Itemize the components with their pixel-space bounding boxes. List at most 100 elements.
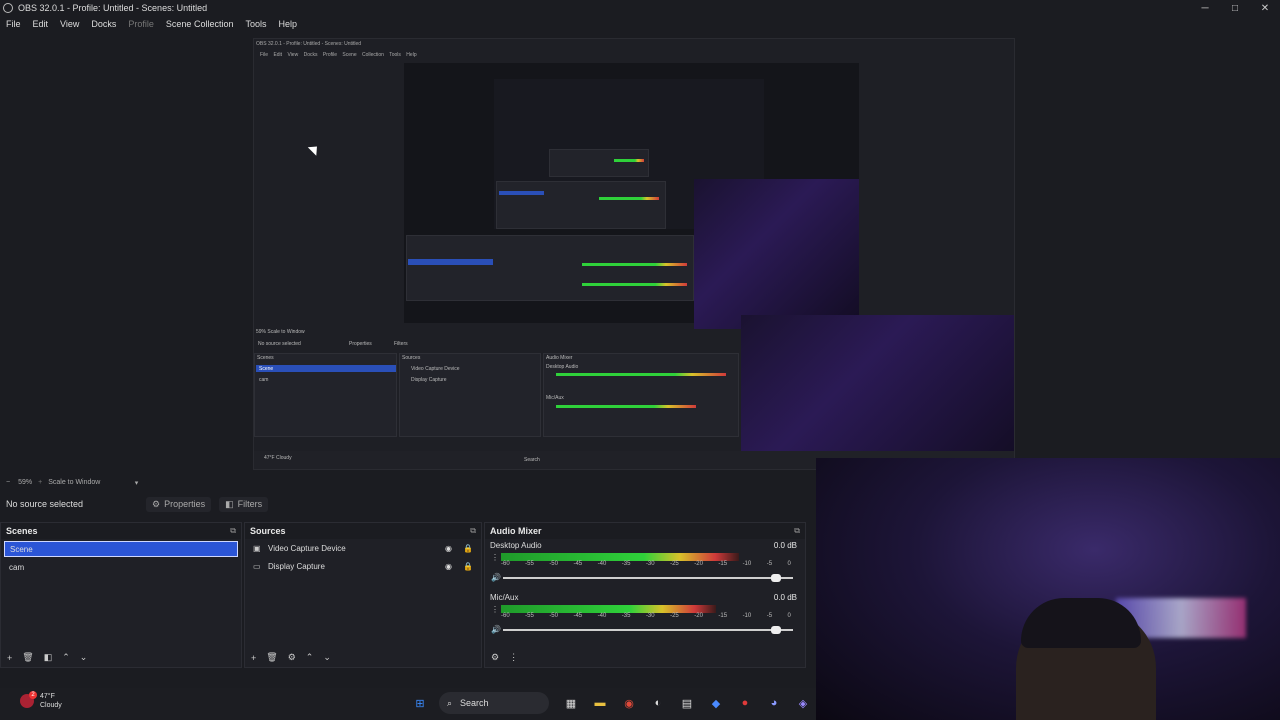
volume-slider-handle[interactable] xyxy=(771,626,781,634)
scenes-dock: Scenes ⧉ Scene cam + 🗑 ◧ ⌃ ⌄ xyxy=(0,522,242,668)
scene-item[interactable]: Scene xyxy=(4,541,238,557)
scene-item[interactable]: cam xyxy=(4,559,238,575)
file-explorer-icon[interactable]: ▬ xyxy=(590,693,610,713)
mixer-channel: Desktop Audio 0.0 dB ⋮ -60 -55 -50 -45 -40 -3… xyxy=(485,539,805,591)
mixer-channel: Mic/Aux 0.0 dB ⋮ -60 -55 -50 -45 -40 -35 -30 -2… xyxy=(485,591,805,643)
eye-icon[interactable]: ◉ xyxy=(445,544,452,553)
task-view-icon[interactable]: ▦ xyxy=(561,693,581,713)
nested-scene-selected xyxy=(256,365,396,372)
sources-title: Sources xyxy=(250,526,286,536)
nested-mini-meter-4 xyxy=(582,283,687,286)
search-label: Search xyxy=(460,698,489,708)
volume-slider[interactable] xyxy=(503,577,793,579)
zoom-level: 59% xyxy=(18,479,33,486)
nested-mini-panel-2 xyxy=(496,181,666,229)
gear-icon: ⚙ xyxy=(152,498,161,509)
nested-menu: File Edit View Docks Profile Scene Colle… xyxy=(260,52,417,58)
source-toolbar: No source selected ⚙ Properties ◧ Filter… xyxy=(0,492,816,516)
arrow-up-icon[interactable]: ⌃ xyxy=(306,652,314,663)
zoom-plus-icon[interactable]: + xyxy=(38,479,42,486)
title-bar: OBS 32.0.1 - Profile: Untitled - Scenes:… xyxy=(0,0,1280,16)
scenes-footer: + 🗑 ◧ ⌃ ⌄ xyxy=(1,652,241,663)
more-options-icon[interactable]: ⋮ xyxy=(491,553,499,562)
settings-icon[interactable]: ⚙ xyxy=(491,652,499,663)
speaker-icon[interactable]: 🔊 xyxy=(491,625,501,634)
menu-file[interactable]: File xyxy=(6,19,21,29)
speaker-icon[interactable]: 🔊 xyxy=(491,573,501,582)
properties-label: Properties xyxy=(164,499,206,509)
app-icon[interactable]: ◆ xyxy=(706,693,726,713)
source-item[interactable]: ▭ Display Capture ◉ 🔒 xyxy=(245,557,481,575)
monitor-icon: ▭ xyxy=(253,561,261,571)
undock-icon[interactable]: ⧉ xyxy=(470,526,476,536)
discord-icon[interactable]: ◕ xyxy=(764,693,784,713)
add-icon[interactable]: + xyxy=(7,653,12,663)
nested-scene-item: cam xyxy=(259,377,269,383)
volume-slider[interactable] xyxy=(503,629,793,631)
maximize-button[interactable]: □ xyxy=(1220,0,1250,16)
status-bar xyxy=(0,668,816,688)
chrome-icon[interactable]: ◉ xyxy=(619,693,639,713)
source-item[interactable]: ▣ Video Capture Device ◉ 🔒 xyxy=(245,539,481,557)
menu-tools[interactable]: Tools xyxy=(245,19,266,29)
audio-mixer-dock: Audio Mixer ⧉ Desktop Audio 0.0 dB ⋮ -60… xyxy=(484,522,806,668)
minimize-button[interactable]: ─ xyxy=(1190,0,1220,16)
nested-mini-panel-3 xyxy=(406,235,694,301)
trash-icon[interactable]: 🗑 xyxy=(22,652,33,663)
gear-icon[interactable]: ⚙ xyxy=(288,652,296,663)
sources-dock-header: Sources ⧉ xyxy=(245,523,481,539)
lock-icon[interactable]: 🔒 xyxy=(463,562,473,571)
mixer-title: Audio Mixer xyxy=(490,526,542,536)
app-icon[interactable]: ▤ xyxy=(677,693,697,713)
windows-start-icon[interactable]: ⊞ xyxy=(410,693,430,713)
menu-view[interactable]: View xyxy=(60,19,79,29)
nested-mini-selection-2 xyxy=(408,259,493,265)
filter-icon[interactable]: ◧ xyxy=(44,652,53,663)
properties-button[interactable]: ⚙ Properties xyxy=(146,496,212,512)
arrow-down-icon[interactable]: ⌄ xyxy=(323,652,331,663)
trash-icon[interactable]: 🗑 xyxy=(266,652,277,663)
weather-widget[interactable]: 2 47°F Cloudy xyxy=(20,691,62,710)
close-button[interactable]: ✕ xyxy=(1250,0,1280,16)
volume-slider-handle[interactable] xyxy=(771,574,781,582)
nested-sources-title: Sources xyxy=(402,355,421,361)
more-options-icon[interactable]: ⋮ xyxy=(491,605,499,614)
app-icon[interactable]: ● xyxy=(735,693,755,713)
undock-icon[interactable]: ⧉ xyxy=(794,526,800,536)
nested-obs-capture: OBS 32.0.1 - Profile: Untitled - Scenes:… xyxy=(253,38,1015,470)
zoom-minus-icon[interactable]: − xyxy=(6,479,10,486)
more-options-icon[interactable]: ⋮ xyxy=(509,652,518,663)
arrow-up-icon[interactable]: ⌃ xyxy=(62,652,70,663)
menu-docks[interactable]: Docks xyxy=(91,19,116,29)
menu-scene-collection[interactable]: Scene Collection xyxy=(166,19,234,29)
nested-weather: 47°F Cloudy xyxy=(264,455,292,461)
menu-profile[interactable]: Profile xyxy=(128,19,154,29)
app-icon[interactable]: ◈ xyxy=(793,693,813,713)
nested-title: OBS 32.0.1 - Profile: Untitled - Scenes:… xyxy=(256,41,362,47)
nested-source-item: Display Capture xyxy=(411,377,447,383)
nested-source-item: Video Capture Device xyxy=(411,366,460,372)
menu-bar: File Edit View Docks Profile Scene Colle… xyxy=(0,16,1280,32)
add-icon[interactable]: + xyxy=(251,653,256,663)
menu-help[interactable]: Help xyxy=(278,19,297,29)
meter-ticks: -60 -55 -50 -45 -40 -35 -30 -25 -20 -15 -10 -5 0 xyxy=(501,561,791,567)
notification-badge: 2 xyxy=(29,691,37,699)
no-source-label: No source selected xyxy=(6,499,84,509)
scale-dropdown[interactable]: Scale to Window ▾ xyxy=(48,479,138,487)
eye-icon[interactable]: ◉ xyxy=(445,562,452,571)
steam-icon[interactable]: ◐ xyxy=(648,693,668,713)
nested-mini-meter xyxy=(614,159,644,162)
lock-icon[interactable]: 🔒 xyxy=(463,544,473,553)
filters-button[interactable]: ◧ Filters xyxy=(219,496,269,512)
nested-mini-meter-3 xyxy=(582,263,687,266)
nested-scenes-title: Scenes xyxy=(257,355,274,361)
nested-mini-panel xyxy=(549,149,649,177)
arrow-down-icon[interactable]: ⌄ xyxy=(80,652,88,663)
source-label: Display Capture xyxy=(268,561,325,571)
taskbar-apps: ⊞ ⌕ Search ▦ ▬ ◉ ◐ ▤ ◆ ● ◕ ◈ xyxy=(410,692,822,714)
taskbar-search[interactable]: ⌕ Search xyxy=(439,692,549,714)
undock-icon[interactable]: ⧉ xyxy=(230,526,236,536)
scale-label: Scale to Window xyxy=(48,479,101,486)
obs-logo-icon xyxy=(3,3,13,13)
menu-edit[interactable]: Edit xyxy=(33,19,49,29)
